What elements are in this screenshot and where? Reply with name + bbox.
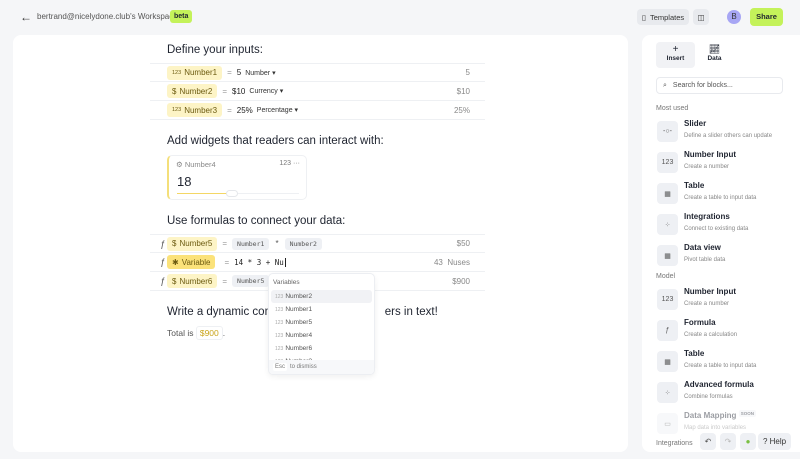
asterisk-icon: ✱ xyxy=(172,257,179,267)
input-row[interactable]: $ Number2 = $10 Currency ▾ $10 xyxy=(150,82,485,101)
variable-pill[interactable]: $ Number6 xyxy=(167,274,218,288)
number-icon: 123 xyxy=(172,107,182,113)
redo-button[interactable]: ↷ xyxy=(720,433,736,450)
slider-handle[interactable] xyxy=(225,190,238,197)
function-icon: ƒ xyxy=(160,276,166,286)
dollar-icon: $ xyxy=(172,276,177,286)
dropdown-item[interactable]: 123 Number1 xyxy=(271,303,372,316)
block-item[interactable]: ▦ Table Create a table to input data xyxy=(657,349,797,377)
number-icon: 123 xyxy=(275,293,284,300)
function-icon: ƒ xyxy=(160,238,166,249)
more-icon[interactable]: ··· xyxy=(293,160,300,167)
share-button[interactable]: Share xyxy=(750,8,783,26)
type-select[interactable]: Currency ▾ xyxy=(249,87,283,95)
block-item[interactable]: ⁘ Advanced formula Combine formulas xyxy=(657,380,797,408)
clipboard-icon: ▯ xyxy=(641,12,646,22)
workspace-name[interactable]: bertrand@nicelydone.club's Workspace xyxy=(37,12,178,21)
formula-input[interactable]: 14 * 3 + Nu xyxy=(234,257,286,267)
section-model: Model xyxy=(656,273,676,280)
variable-pill[interactable]: $ Number2 xyxy=(167,84,218,98)
type-select[interactable]: Percentage ▾ xyxy=(257,106,298,114)
section-most-used: Most used xyxy=(656,105,689,112)
widget-value: 18 xyxy=(177,174,192,189)
slider-track[interactable] xyxy=(177,190,299,197)
widget-label: ⚙ Number4 xyxy=(176,160,216,169)
templates-button[interactable]: ▯ Templates xyxy=(637,9,689,25)
block-icon: ▭ xyxy=(657,413,678,434)
status-dot-icon: ● xyxy=(745,437,751,446)
block-icon: ⁘ xyxy=(657,382,678,403)
slider-widget[interactable]: ⚙ Number4 123 ··· 18 xyxy=(167,155,307,200)
chart-icon: 📈︎ xyxy=(708,44,721,54)
redo-icon: ↷ xyxy=(724,437,732,446)
tab-data[interactable]: 📈︎ Data xyxy=(695,42,734,68)
block-icon: ▦ xyxy=(657,351,678,372)
sidebar-icon: ◫ xyxy=(697,12,705,22)
section-integrations: Integrations xyxy=(656,440,693,447)
block-icon: ƒ xyxy=(657,320,678,341)
heading-inputs: Define your inputs: xyxy=(167,44,263,56)
block-item[interactable]: -○- Slider Define a slider others can upda… xyxy=(657,119,797,147)
back-arrow-icon[interactable]: ← xyxy=(20,10,32,24)
block-icon: 123 xyxy=(657,289,678,310)
undo-icon: ↶ xyxy=(704,437,712,446)
block-item[interactable]: ▦ Table Create a table to input data xyxy=(657,181,797,209)
number-icon: 123 xyxy=(275,319,284,326)
inline-variable[interactable]: $900 xyxy=(195,326,223,340)
esc-key: Esc xyxy=(273,363,288,371)
variable-pill[interactable]: 123 Number3 xyxy=(167,103,223,117)
block-icon: ⁘ xyxy=(657,214,678,235)
dropdown-title: Variables xyxy=(273,279,300,286)
block-icon: 123 xyxy=(657,152,678,173)
block-item[interactable]: ▦ Data view Pivot table data xyxy=(657,243,797,271)
input-row[interactable]: 123 Number3 = 25% Percentage ▾ 25% xyxy=(150,101,485,120)
input-row[interactable]: 123 Number1 = 5 Number ▾ 5 xyxy=(150,63,485,82)
type-select[interactable]: Number ▾ xyxy=(245,69,275,77)
soon-badge: SOON xyxy=(738,410,756,417)
number-icon: 123 xyxy=(172,69,182,76)
block-icon: -○- xyxy=(657,121,678,142)
variable-pill[interactable]: ✱ Variable xyxy=(167,255,216,269)
dropdown-item[interactable]: 123 Number5 xyxy=(271,316,372,329)
search-input[interactable]: ⌕ Search for blocks... xyxy=(656,77,783,94)
block-icon: ▦ xyxy=(657,183,678,204)
block-item[interactable]: ƒ Formula Create a calculation xyxy=(657,318,797,346)
variables-dropdown: Variables 123 Number2 123 Number1 123 Number5… xyxy=(268,273,375,375)
formula-row[interactable]: ƒ ✱ Variable = 14 * 3 + Nu 43 Nuses xyxy=(150,253,485,272)
formula-row[interactable]: ƒ $ Number5 = Number1 * Number2 $50 xyxy=(150,234,485,253)
tab-insert[interactable]: + Insert xyxy=(656,42,695,68)
heading-formulas: Use formulas to connect your data: xyxy=(167,215,346,227)
number-icon: 123 xyxy=(275,306,284,313)
panel-toggle-button[interactable]: ◫ xyxy=(693,9,709,25)
top-bar: ← bertrand@nicelydone.club's Workspace b… xyxy=(0,0,800,34)
slider-icon: ⚙ xyxy=(176,160,183,169)
heading-widgets: Add widgets that readers can interact wi… xyxy=(167,135,384,147)
status-button[interactable]: ● xyxy=(740,433,756,450)
total-text: Total is $900. xyxy=(167,326,226,340)
variable-pill[interactable]: $ Number5 xyxy=(167,236,218,251)
variable-pill[interactable]: 123 Number1 xyxy=(167,65,223,80)
search-icon: ⌕ xyxy=(663,81,667,89)
block-item[interactable]: ⁘ Integrations Connect to existing data xyxy=(657,212,797,240)
avatar[interactable]: B xyxy=(727,10,741,24)
undo-button[interactable]: ↶ xyxy=(700,433,716,450)
dropdown-item[interactable]: 123 Number6 xyxy=(271,342,372,355)
dollar-icon: $ xyxy=(172,86,177,96)
dropdown-item[interactable]: 123 Number4 xyxy=(271,329,372,342)
number-icon: 123 xyxy=(275,332,284,339)
function-icon: ƒ xyxy=(160,257,166,267)
dollar-icon: $ xyxy=(172,239,177,248)
block-item[interactable]: 123 Number Input Create a number xyxy=(657,287,797,315)
block-item[interactable]: 123 Number Input Create a number xyxy=(657,150,797,178)
plus-icon: + xyxy=(672,44,679,55)
dropdown-footer: Esc to dismiss xyxy=(269,360,374,374)
number-icon: 123 xyxy=(275,345,284,352)
block-icon: ▦ xyxy=(657,245,678,266)
help-button[interactable]: ? Help xyxy=(758,433,791,450)
dropdown-item[interactable]: 123 Number2 xyxy=(271,290,372,303)
beta-badge: beta xyxy=(170,10,193,23)
